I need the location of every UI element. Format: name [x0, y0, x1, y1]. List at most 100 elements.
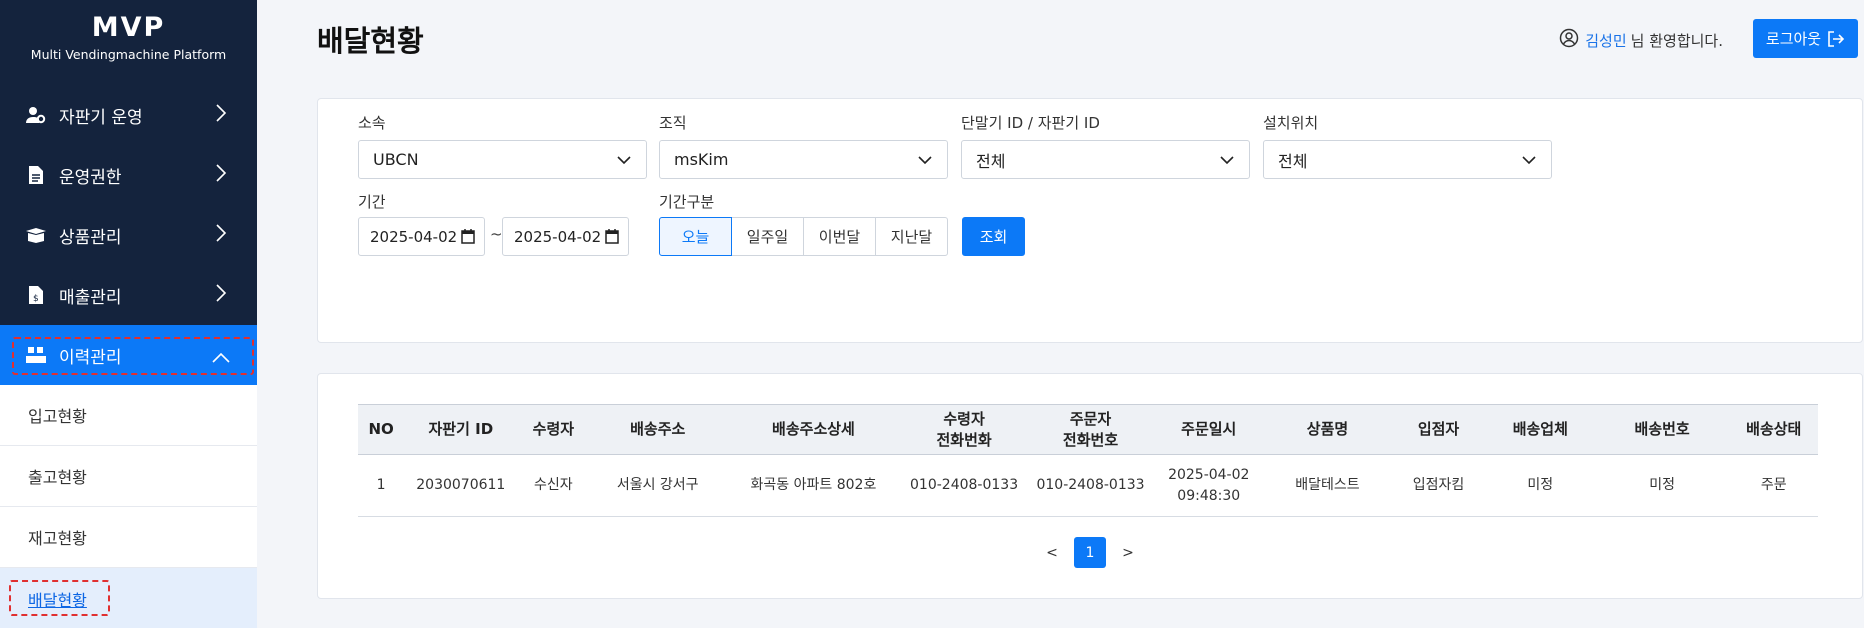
- sidebar-menu: 자판기 운영 운영권한 상품관리 $ 매출관리 이력관리 입고현황 출고현황 재…: [0, 85, 257, 628]
- table-cell: 미정: [1594, 454, 1730, 517]
- column-header[interactable]: NO: [358, 404, 405, 455]
- org-value: msKim: [674, 150, 729, 169]
- user-name[interactable]: 김성민: [1585, 30, 1626, 51]
- logout-button[interactable]: 로그아웃: [1753, 19, 1858, 58]
- date-to-value: 2025-04-02: [514, 227, 602, 246]
- table-cell: 1: [358, 454, 405, 517]
- page-button-current[interactable]: 1: [1074, 537, 1106, 568]
- date-to-input[interactable]: 2025-04-02: [502, 217, 629, 256]
- period-week-button[interactable]: 일주일: [732, 217, 804, 256]
- table-cell: 화곡동 아파트 802호: [726, 454, 901, 517]
- delivery-table: NO 자판기 ID 수령자 배송주소 배송주소상세 수령자 전화번화 주문자 전…: [358, 404, 1818, 517]
- table-cell: 2025-04-02 09:48:30: [1153, 454, 1264, 517]
- column-header[interactable]: 주문자 전화번호: [1027, 404, 1154, 455]
- sidebar-subitem-label: 재고현황: [28, 529, 87, 548]
- sidebar-subitem-label: 출고현황: [28, 468, 87, 487]
- sidebar-item-vending-ops[interactable]: 자판기 운영: [0, 85, 257, 145]
- chevron-right-icon: [215, 283, 227, 308]
- period-today-button[interactable]: 오늘: [659, 217, 732, 256]
- logo-title: MVP: [91, 12, 166, 43]
- location-select[interactable]: 전체: [1263, 140, 1552, 179]
- user-circle-icon: [1559, 28, 1579, 52]
- user-greeting: 김성민 님 환영합니다.: [1559, 28, 1723, 52]
- welcome-text: 님 환영합니다.: [1630, 31, 1723, 50]
- sidebar-item-label: 운영권한: [59, 167, 122, 188]
- column-header[interactable]: 수령자 전화번화: [900, 404, 1028, 455]
- affiliation-select[interactable]: UBCN: [358, 140, 647, 179]
- table-cell: 주문: [1729, 454, 1818, 517]
- column-header[interactable]: 배송번호: [1594, 404, 1730, 455]
- sidebar-subitem-inbound[interactable]: 입고현황: [0, 385, 257, 446]
- sidebar-item-label: 상품관리: [59, 227, 122, 248]
- period-label: 기간: [358, 193, 386, 211]
- sidebar-item-history[interactable]: 이력관리: [0, 325, 257, 385]
- location-label: 설치위치: [1263, 114, 1319, 132]
- search-button[interactable]: 조회: [962, 217, 1025, 256]
- date-from-input[interactable]: 2025-04-02: [358, 217, 485, 256]
- logout-icon: [1828, 30, 1845, 47]
- terminal-select[interactable]: 전체: [961, 140, 1250, 179]
- table-cell: 010-2408-0133: [900, 454, 1028, 517]
- sidebar: MVP Multi Vendingmachine Platform 자판기 운영…: [0, 0, 257, 628]
- period-this-month-button[interactable]: 이번달: [804, 217, 876, 256]
- sidebar-subitem-label: 입고현황: [28, 407, 87, 426]
- chevron-down-icon: [616, 152, 632, 172]
- org-select[interactable]: msKim: [659, 140, 948, 179]
- column-header[interactable]: 배송주소: [589, 404, 727, 455]
- sidebar-subitem-delivery[interactable]: 배달현황: [0, 568, 257, 628]
- table-cell: 서울시 강서구: [589, 454, 727, 517]
- table-cell: 010-2408-0133: [1027, 454, 1154, 517]
- svg-text:$: $: [33, 294, 39, 304]
- logout-label: 로그아웃: [1765, 30, 1822, 48]
- user-gear-icon: [25, 104, 47, 126]
- table-cell: 입점자킴: [1391, 454, 1486, 517]
- org-label: 조직: [659, 114, 687, 132]
- period-type-group: 오늘 일주일 이번달 지난달: [659, 217, 948, 256]
- affiliation-value: UBCN: [373, 150, 419, 169]
- filter-panel: 소속 UBCN 조직 msKim 단말기 ID / 자판기 ID 전체 설치위치…: [317, 98, 1863, 343]
- sidebar-item-products[interactable]: 상품관리: [0, 205, 257, 265]
- terminal-value: 전체: [976, 151, 1006, 171]
- chevron-down-icon: [917, 152, 933, 172]
- next-page-button[interactable]: >: [1112, 537, 1144, 568]
- column-header[interactable]: 배송업체: [1485, 404, 1595, 455]
- highlight-box: [9, 580, 110, 616]
- chevron-down-icon: [1219, 152, 1235, 172]
- location-value: 전체: [1278, 151, 1308, 171]
- chevron-up-icon: [211, 349, 231, 369]
- table-cell: 미정: [1485, 454, 1595, 517]
- prev-page-button[interactable]: <: [1036, 537, 1068, 568]
- table-header-row: NO 자판기 ID 수령자 배송주소 배송주소상세 수령자 전화번화 주문자 전…: [358, 404, 1818, 455]
- affiliation-label: 소속: [358, 114, 386, 132]
- column-header[interactable]: 주문일시: [1153, 404, 1264, 455]
- chevron-down-icon: [1521, 152, 1537, 172]
- page-title: 배달현황: [317, 24, 424, 58]
- box-icon: [25, 224, 47, 246]
- delivery-table-panel: NO 자판기 ID 수령자 배송주소 배송주소상세 수령자 전화번화 주문자 전…: [317, 373, 1863, 599]
- dollar-document-icon: $: [25, 284, 47, 306]
- period-type-label: 기간구분: [659, 193, 715, 211]
- sidebar-subitem-stock[interactable]: 재고현황: [0, 507, 257, 568]
- column-header[interactable]: 배송주소상세: [726, 404, 901, 455]
- sidebar-item-label: 자판기 운영: [59, 107, 143, 128]
- table-cell: 수신자: [517, 454, 590, 517]
- chevron-right-icon: [215, 223, 227, 248]
- column-header[interactable]: 배송상태: [1729, 404, 1818, 455]
- table-row[interactable]: 1 2030070611 수신자 서울시 강서구 화곡동 아파트 802호 01…: [358, 454, 1818, 517]
- sidebar-item-sales[interactable]: $ 매출관리: [0, 265, 257, 325]
- chevron-right-icon: [215, 163, 227, 188]
- logo[interactable]: MVP Multi Vendingmachine Platform: [0, 0, 257, 82]
- calendar-icon: [605, 229, 619, 248]
- chevron-right-icon: [215, 103, 227, 128]
- column-header[interactable]: 수령자: [517, 404, 590, 455]
- column-header[interactable]: 자판기 ID: [404, 404, 518, 455]
- sidebar-item-permissions[interactable]: 운영권한: [0, 145, 257, 205]
- pagination: < 1 >: [318, 537, 1862, 568]
- period-separator: ~: [490, 225, 503, 243]
- sidebar-subitem-outbound[interactable]: 출고현황: [0, 446, 257, 507]
- sidebar-submenu: 입고현황 출고현황 재고현황 배달현황: [0, 385, 257, 628]
- column-header[interactable]: 상품명: [1263, 404, 1392, 455]
- column-header[interactable]: 입점자: [1391, 404, 1486, 455]
- terminal-label: 단말기 ID / 자판기 ID: [961, 114, 1100, 132]
- period-last-month-button[interactable]: 지난달: [876, 217, 948, 256]
